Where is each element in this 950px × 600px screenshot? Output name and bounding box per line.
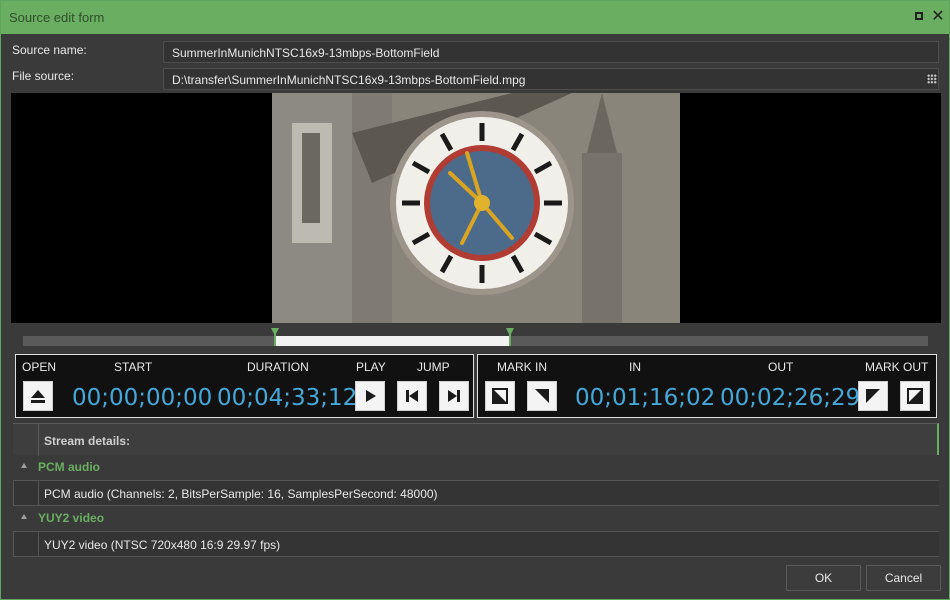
- mark-out-icon: [907, 388, 923, 404]
- collapse-arrow-icon[interactable]: [21, 514, 27, 519]
- mark-out-line: [508, 328, 511, 346]
- mark-out-label: MARK OUT: [865, 360, 929, 374]
- jump-end-button[interactable]: [439, 381, 469, 411]
- source-name-input[interactable]: SummerInMunichNTSC16x9-13mbps-BottomFiel…: [163, 41, 939, 63]
- group-name: YUY2 video: [38, 511, 105, 525]
- file-source-input[interactable]: D:\transfer\SummerInMunichNTSC16x9-13mbp…: [163, 68, 939, 90]
- play-button[interactable]: [355, 381, 385, 411]
- start-timecode: 00;00;00;00: [72, 385, 213, 411]
- open-label: OPEN: [22, 360, 57, 374]
- window-title: Source edit form: [9, 10, 105, 25]
- mark-in-label: MARK IN: [497, 360, 548, 374]
- ok-button[interactable]: OK: [786, 565, 861, 591]
- duration-label: DURATION: [247, 360, 309, 374]
- header-gutter: [13, 424, 39, 456]
- close-icon[interactable]: ✕: [931, 9, 945, 25]
- playback-panel: OPEN START DURATION PLAY JUMP 00;00;00;0…: [15, 354, 474, 418]
- duration-timecode: 00;04;33;12: [217, 385, 358, 411]
- start-label: START: [114, 360, 153, 374]
- video-preview: [11, 93, 941, 323]
- in-timecode: 00;01;16;02: [575, 385, 716, 411]
- cancel-button[interactable]: Cancel: [866, 565, 941, 591]
- stream-details-header: Stream details:: [13, 423, 939, 456]
- video-frame: [272, 93, 680, 323]
- source-name-label: Source name:: [12, 43, 87, 57]
- row-gutter: [13, 532, 39, 556]
- stream-details-title: Stream details:: [44, 434, 131, 448]
- out-label: OUT: [768, 360, 794, 374]
- go-to-in-icon: [535, 389, 549, 403]
- jump-label: JUMP: [417, 360, 450, 374]
- group-name: PCM audio: [38, 460, 100, 474]
- timeline-scrubber[interactable]: [23, 336, 928, 346]
- skip-back-icon: [406, 390, 418, 402]
- go-to-out-button[interactable]: [858, 381, 888, 411]
- stream-details-grid: Stream details: PCM audio PCM audio (Cha…: [13, 423, 939, 558]
- in-label: IN: [629, 360, 641, 374]
- list-item[interactable]: YUY2 video (NTSC 720x480 16:9 29.97 fps): [13, 531, 939, 557]
- out-timecode: 00;02;26;29: [720, 385, 861, 411]
- mark-out-button[interactable]: [900, 381, 930, 411]
- go-to-out-icon: [866, 389, 880, 403]
- mark-in-line: [273, 328, 276, 346]
- file-source-label: File source:: [12, 69, 75, 83]
- mark-in-button[interactable]: [485, 381, 515, 411]
- stream-item-text: YUY2 video (NTSC 720x480 16:9 29.97 fps): [44, 538, 281, 552]
- play-icon: [366, 390, 376, 402]
- skip-forward-icon: [448, 390, 460, 402]
- mark-in-icon: [492, 388, 508, 404]
- row-gutter: [13, 481, 39, 505]
- play-label: PLAY: [356, 360, 386, 374]
- timeline-selection: [274, 336, 510, 346]
- browse-icon[interactable]: [927, 74, 937, 84]
- list-item[interactable]: PCM audio (Channels: 2, BitsPerSample: 1…: [13, 480, 939, 506]
- stream-item-text: PCM audio (Channels: 2, BitsPerSample: 1…: [44, 487, 438, 501]
- clock-tower-image: [272, 93, 680, 323]
- group-row-video[interactable]: YUY2 video: [13, 507, 939, 529]
- marking-panel: MARK IN IN OUT MARK OUT 00;01;16;02 00;0…: [477, 354, 937, 418]
- group-row-audio[interactable]: PCM audio: [13, 456, 939, 478]
- jump-start-button[interactable]: [397, 381, 427, 411]
- open-button[interactable]: [23, 381, 53, 411]
- collapse-arrow-icon[interactable]: [21, 463, 27, 468]
- maximize-icon[interactable]: [913, 10, 927, 24]
- source-edit-window: Source edit form ✕ Source name: SummerIn…: [0, 0, 950, 600]
- go-to-in-button[interactable]: [527, 381, 557, 411]
- title-bar[interactable]: Source edit form ✕: [1, 1, 949, 34]
- eject-icon: [31, 390, 45, 403]
